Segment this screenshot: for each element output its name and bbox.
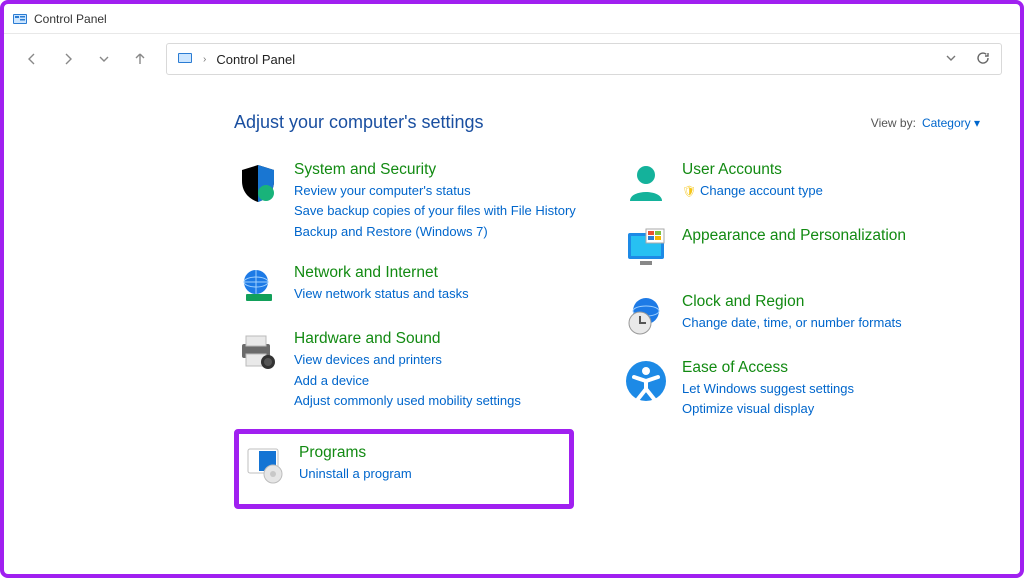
window-title: Control Panel: [34, 12, 107, 26]
printer-icon: [236, 330, 280, 374]
category-clock-region: Clock and Region Change date, time, or n…: [622, 289, 980, 341]
category-link[interactable]: Let Windows suggest settings: [682, 380, 854, 399]
category-hardware-sound: Hardware and Sound View devices and prin…: [234, 326, 592, 415]
user-icon: [624, 161, 668, 205]
category-link[interactable]: Change date, time, or number formats: [682, 314, 902, 333]
page-title: Adjust your computer's settings: [234, 112, 484, 133]
monitor-icon: [624, 227, 668, 271]
address-bar[interactable]: › Control Panel: [166, 43, 1002, 75]
address-text: Control Panel: [216, 52, 295, 67]
accessibility-icon: [624, 359, 668, 403]
chevron-right-icon: ›: [203, 54, 206, 65]
category-link[interactable]: Review your computer's status: [294, 182, 576, 201]
category-network-internet: Network and Internet View network status…: [234, 260, 592, 312]
view-by: View by: Category ▾: [871, 116, 980, 130]
content-area: Adjust your computer's settings View by:…: [4, 84, 1020, 523]
header-row: Adjust your computer's settings View by:…: [234, 112, 980, 133]
column-right: User Accounts Change account type Appear…: [622, 157, 980, 523]
category-title[interactable]: Clock and Region: [682, 293, 902, 312]
clock-icon: [624, 293, 668, 337]
refresh-icon[interactable]: [975, 50, 991, 69]
network-icon: [236, 264, 280, 308]
category-link[interactable]: Add a device: [294, 372, 521, 391]
category-title[interactable]: User Accounts: [682, 161, 823, 180]
address-dropdown-icon[interactable]: [945, 52, 957, 67]
recent-dropdown[interactable]: [94, 49, 114, 69]
forward-button[interactable]: [58, 49, 78, 69]
category-title[interactable]: Programs: [299, 444, 412, 463]
category-title[interactable]: Appearance and Personalization: [682, 227, 906, 246]
category-title[interactable]: Network and Internet: [294, 264, 469, 283]
control-panel-icon: [177, 50, 193, 69]
category-user-accounts: User Accounts Change account type: [622, 157, 980, 209]
category-system-security: System and Security Review your computer…: [234, 157, 592, 246]
category-appearance: Appearance and Personalization: [622, 223, 980, 275]
category-link[interactable]: Backup and Restore (Windows 7): [294, 223, 576, 242]
up-button[interactable]: [130, 49, 150, 69]
category-title[interactable]: Ease of Access: [682, 359, 854, 378]
category-link[interactable]: View devices and printers: [294, 351, 521, 370]
control-panel-icon: [12, 11, 28, 27]
viewby-label: View by:: [871, 116, 916, 130]
viewby-value[interactable]: Category ▾: [922, 116, 980, 130]
category-title[interactable]: Hardware and Sound: [294, 330, 521, 349]
category-link[interactable]: Change account type: [682, 182, 823, 201]
back-button[interactable]: [22, 49, 42, 69]
category-columns: System and Security Review your computer…: [234, 157, 980, 523]
category-link[interactable]: Save backup copies of your files with Fi…: [294, 202, 576, 221]
column-left: System and Security Review your computer…: [234, 157, 592, 523]
category-link[interactable]: View network status and tasks: [294, 285, 469, 304]
category-link[interactable]: Optimize visual display: [682, 400, 854, 419]
category-programs: Programs Uninstall a program: [234, 429, 574, 509]
category-ease-of-access: Ease of Access Let Windows suggest setti…: [622, 355, 980, 423]
titlebar: Control Panel: [4, 4, 1020, 34]
category-link[interactable]: Adjust commonly used mobility settings: [294, 392, 521, 411]
shield-icon: [236, 161, 280, 205]
nav-row: › Control Panel: [4, 34, 1020, 84]
category-title[interactable]: System and Security: [294, 161, 576, 180]
category-link[interactable]: Uninstall a program: [299, 465, 412, 484]
programs-icon: [245, 444, 285, 484]
